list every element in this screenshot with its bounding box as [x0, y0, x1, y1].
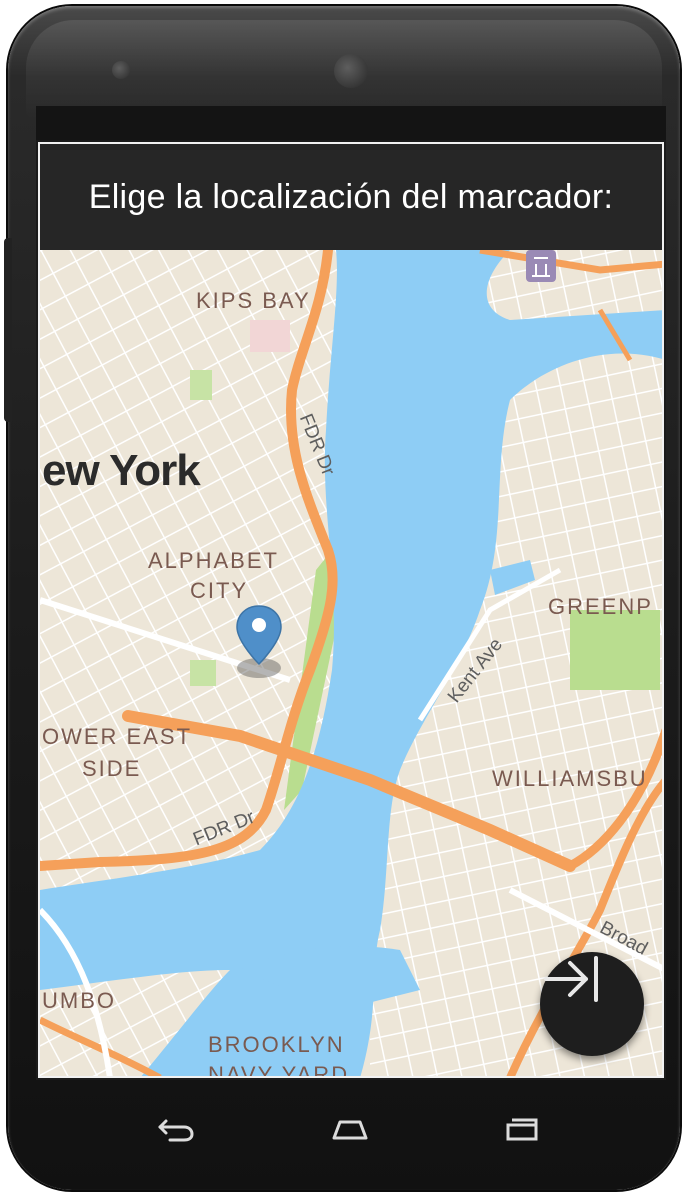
title-bar: Elige la localización del marcador:: [38, 142, 664, 250]
screen: Elige la localización del marcador: KIPS…: [36, 106, 666, 1080]
recent-apps-icon: [506, 1118, 538, 1141]
back-button[interactable]: [146, 1104, 206, 1154]
home-icon: [332, 1120, 368, 1140]
confirm-location-button[interactable]: [540, 952, 644, 1056]
map-label-alphabet: ALPHABET: [148, 548, 279, 573]
back-arrow-icon: [158, 1119, 194, 1142]
map-view[interactable]: KIPS BAY ew York ALPHABET CITY GREENP OW…: [38, 250, 664, 1078]
map-label-city: CITY: [190, 578, 249, 603]
map-label-williamsburg: WILLIAMSBU: [492, 766, 648, 791]
landmark-icon: [526, 250, 556, 282]
map-label-dumbo: UMBO: [42, 988, 116, 1013]
map-label-lower-east: OWER EAST: [42, 724, 193, 749]
earpiece-speaker-icon: [334, 54, 368, 88]
page-title: Elige la localización del marcador:: [88, 177, 614, 216]
recent-apps-button[interactable]: [492, 1104, 552, 1154]
status-bar: [36, 106, 666, 140]
map-label-navy-yard: NAVY YARD: [208, 1062, 350, 1078]
map-pin-icon[interactable]: [236, 604, 282, 680]
volume-button: [4, 238, 12, 422]
map-label-brooklyn: BROOKLYN: [208, 1032, 345, 1057]
map-label-kips-bay: KIPS BAY: [196, 288, 311, 313]
navigation-bar: [36, 1082, 666, 1178]
home-button[interactable]: [320, 1104, 380, 1154]
park-pink: [250, 320, 290, 352]
park-small-2: [190, 370, 212, 400]
map-label-side: SIDE: [82, 756, 142, 781]
front-camera-icon: [112, 61, 130, 79]
map-city-label: ew York: [42, 446, 201, 495]
park-small-1: [190, 660, 216, 686]
park-greenpoint: [570, 610, 660, 690]
map-label-greenpoint: GREENP: [548, 594, 653, 619]
arrow-right-to-bar-icon: [544, 956, 598, 1002]
